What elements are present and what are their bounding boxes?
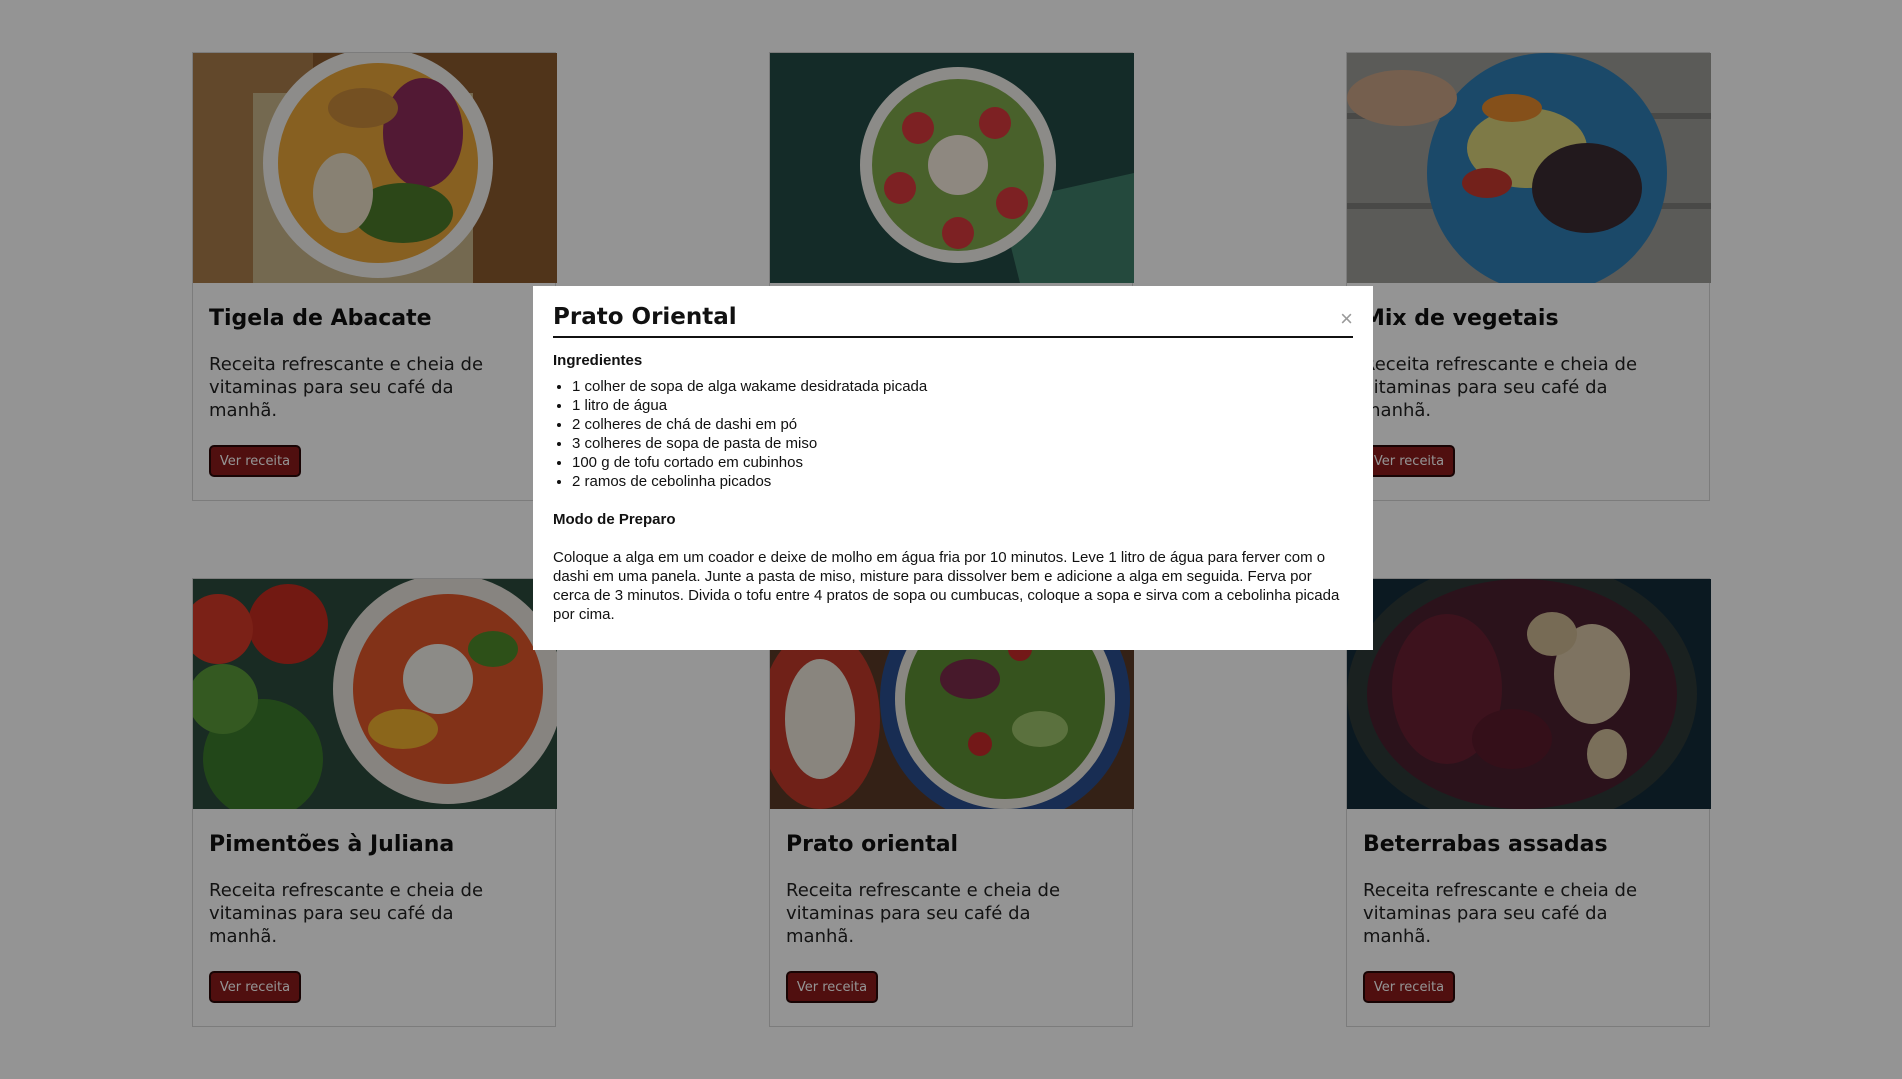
ingredient-item: 1 colher de sopa de alga wakame desidrat… xyxy=(572,377,1353,396)
ingredient-item: 2 colheres de chá de dashi em pó xyxy=(572,415,1353,434)
ingredient-item: 2 ramos de cebolinha picados xyxy=(572,472,1353,491)
ingredient-item: 100 g de tofu cortado em cubinhos xyxy=(572,453,1353,472)
ingredient-item: 1 litro de água xyxy=(572,396,1353,415)
prep-heading: Modo de Preparo xyxy=(553,511,676,528)
ingredient-item: 3 colheres de sopa de pasta de miso xyxy=(572,434,1353,453)
recipe-modal: Prato Oriental × Ingredientes 1 colher d… xyxy=(533,286,1373,650)
ingredients-list: 1 colher de sopa de alga wakame desidrat… xyxy=(553,377,1353,491)
modal-title: Prato Oriental xyxy=(553,304,737,330)
close-icon[interactable]: × xyxy=(1340,308,1353,330)
modal-header: Prato Oriental × xyxy=(553,304,1353,338)
ingredients-heading: Ingredientes xyxy=(553,352,643,369)
prep-text: Coloque a alga em um coador e deixe de m… xyxy=(553,549,1340,623)
